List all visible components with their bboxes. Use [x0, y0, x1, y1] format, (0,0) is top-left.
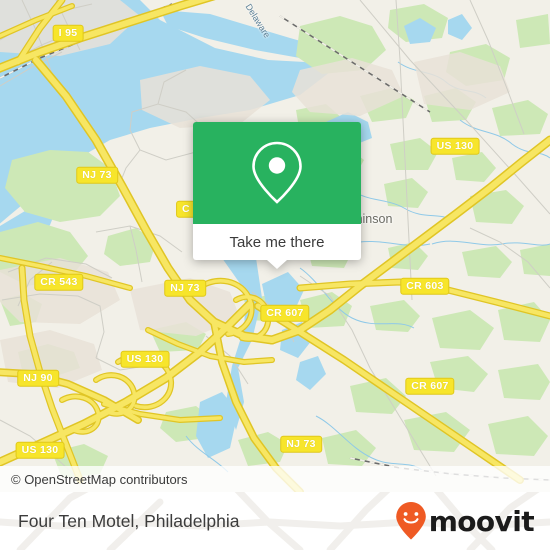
- place-title: Four Ten Motel, Philadelphia: [18, 510, 240, 531]
- road-shield-us130-sw[interactable]: US 130: [15, 441, 65, 459]
- map-attribution-bar: © OpenStreetMap contributors: [0, 466, 550, 492]
- map-pin-icon: [252, 141, 302, 204]
- road-shield-nj90[interactable]: NJ 90: [17, 369, 59, 387]
- moovit-wordmark: moovit: [428, 504, 535, 538]
- road-shield-nj73-mid[interactable]: NJ 73: [164, 279, 206, 297]
- road-shield-nj73-s[interactable]: NJ 73: [280, 435, 322, 453]
- take-me-there-button[interactable]: Take me there: [193, 224, 361, 269]
- destination-popup-card[interactable]: Take me there: [193, 122, 361, 269]
- road-shield-i95[interactable]: I 95: [52, 24, 84, 42]
- place-label-hinson: hinson: [355, 212, 393, 226]
- road-shield-cr603[interactable]: CR 603: [400, 277, 450, 295]
- road-shield-nj73-nw[interactable]: NJ 73: [76, 166, 118, 184]
- moovit-pin-icon: [395, 502, 426, 540]
- moovit-logo[interactable]: moovit: [395, 501, 535, 541]
- map-canvas[interactable]: Delaware hinson I 95 NJ 73 C US 130 CR 5…: [0, 0, 550, 492]
- road-shield-us130-mid[interactable]: US 130: [120, 350, 170, 368]
- road-shield-cr543[interactable]: CR 543: [34, 273, 84, 291]
- moovit-map-screenshot: Delaware hinson I 95 NJ 73 C US 130 CR 5…: [0, 0, 550, 550]
- osm-attribution-text[interactable]: © OpenStreetMap contributors: [11, 472, 188, 487]
- popup-pointer: [267, 260, 287, 269]
- road-shield-cr607-se[interactable]: CR 607: [405, 377, 455, 395]
- footer-bar: Four Ten Motel, Philadelphia moovit: [0, 492, 550, 550]
- road-shield-us130-ne[interactable]: US 130: [430, 137, 480, 155]
- popup-header: [193, 122, 361, 224]
- take-me-there-label: Take me there: [229, 233, 325, 251]
- road-shield-cr607-nw[interactable]: CR 607: [260, 304, 310, 322]
